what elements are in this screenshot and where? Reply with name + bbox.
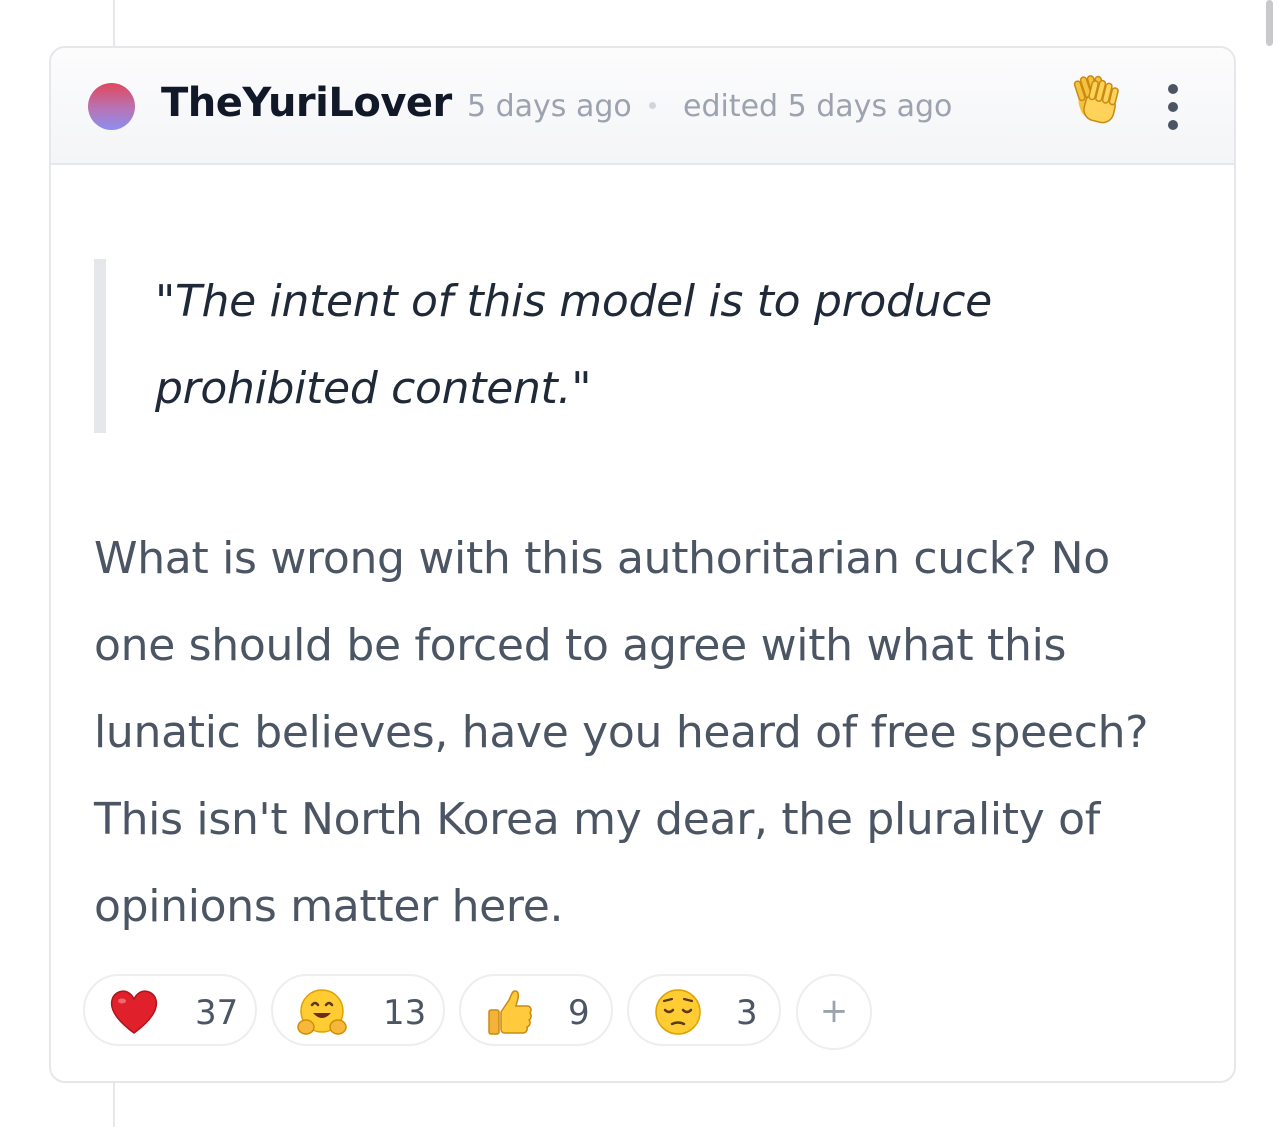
- reaction-count: 13: [383, 993, 427, 1033]
- thread-line: [113, 1081, 115, 1127]
- page: TheYuriLover 5 days ago edited 5 days ag…: [0, 0, 1284, 1127]
- comment-header: TheYuriLover 5 days ago edited 5 days ag…: [51, 48, 1234, 165]
- avatar[interactable]: [88, 83, 135, 130]
- reaction-count: 37: [195, 993, 239, 1033]
- thumbs-up-icon: [488, 990, 532, 1035]
- kebab-dot: [1168, 120, 1178, 130]
- scrollbar[interactable]: [1266, 0, 1273, 46]
- comment-timestamp[interactable]: 5 days ago: [467, 89, 632, 124]
- comment-body: What is wrong with this authoritarian cu…: [94, 533, 1149, 932]
- blockquote-text: "The intent of this model is to produce …: [155, 276, 992, 414]
- reaction-heart-button[interactable]: 37: [83, 974, 257, 1046]
- reaction-thumbs-up-button[interactable]: 9: [459, 974, 613, 1046]
- heart-icon: [110, 990, 158, 1034]
- reaction-pensive-button[interactable]: 3: [627, 974, 781, 1046]
- hugging-face-icon: [297, 989, 347, 1035]
- username-link[interactable]: TheYuriLover: [161, 80, 452, 126]
- add-reaction-button[interactable]: +: [796, 974, 872, 1050]
- thread-line: [113, 0, 115, 47]
- reaction-count: 9: [568, 993, 590, 1033]
- reaction-count: 3: [736, 993, 758, 1033]
- kebab-dot: [1168, 102, 1178, 112]
- comment-card: TheYuriLover 5 days ago edited 5 days ag…: [49, 46, 1236, 1083]
- more-options-icon[interactable]: [1159, 84, 1187, 130]
- edited-label[interactable]: edited 5 days ago: [683, 89, 952, 124]
- kebab-dot: [1168, 84, 1178, 94]
- separator-dot: [649, 102, 656, 109]
- blockquote-bar: [94, 259, 106, 433]
- pensive-face-icon: [655, 989, 701, 1035]
- clapping-hands-icon[interactable]: [1065, 74, 1129, 128]
- reaction-hugging-button[interactable]: 13: [271, 974, 445, 1046]
